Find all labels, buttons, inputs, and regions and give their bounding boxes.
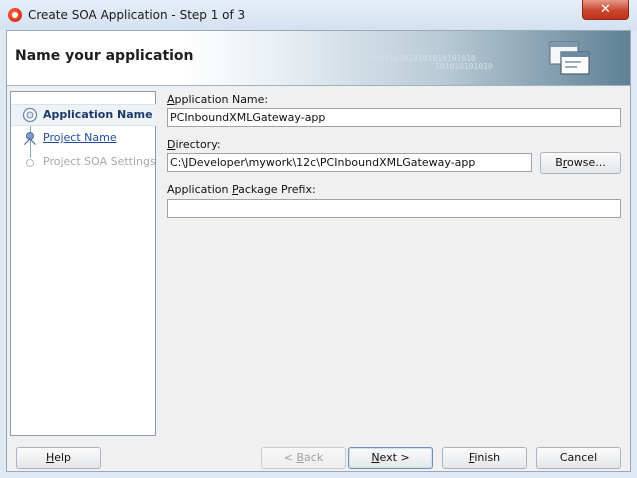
back-button: < Back [261, 447, 346, 469]
browse-button[interactable]: Browse... [540, 152, 621, 174]
header-decoration: 01010101010101010101010 101010101010 [365, 55, 493, 71]
step-node-icon [23, 132, 37, 146]
step-label: Project Name [43, 131, 117, 144]
title-bar[interactable]: Create SOA Application - Step 1 of 3 ✕ [0, 0, 637, 30]
help-button[interactable]: Help [16, 447, 101, 469]
step-project-name[interactable]: Project Name [11, 128, 156, 148]
browse-label: Browse... [555, 156, 606, 169]
wizard-steps-panel: Application Name Project Name Project SO… [10, 91, 156, 436]
dialog-content: Name your application 010101010101010101… [6, 30, 631, 472]
step-label: Application Name [43, 108, 153, 121]
close-icon: ✕ [600, 2, 611, 17]
create-soa-application-dialog: Create SOA Application - Step 1 of 3 ✕ N… [0, 0, 637, 478]
close-window-button[interactable]: ✕ [582, 0, 629, 20]
application-name-input[interactable]: PCInboundXMLGateway-app [167, 108, 621, 127]
finish-label: Finish [468, 451, 501, 464]
page-title: Name your application [15, 48, 194, 64]
directory-input[interactable]: C:\JDeveloper\mywork\12c\PCInboundXMLGat… [167, 153, 532, 172]
application-windows-icon [549, 41, 590, 75]
binary-pattern-line: 101010101010 [435, 62, 493, 71]
window-title: Create SOA Application - Step 1 of 3 [28, 8, 246, 22]
wizard-header: Name your application 010101010101010101… [7, 31, 630, 86]
current-step-icon [22, 107, 38, 123]
next-label: Next > [371, 451, 410, 464]
jdeveloper-app-icon [8, 8, 22, 22]
package-prefix-input[interactable] [167, 199, 621, 218]
help-label: Help [45, 451, 72, 464]
pending-step-icon [26, 159, 34, 167]
cancel-button[interactable]: Cancel [536, 447, 621, 469]
step-application-name[interactable]: Application Name [11, 104, 156, 126]
finish-button[interactable]: Finish [442, 447, 527, 469]
back-label: < Back [283, 451, 324, 464]
directory-label: Directory: [167, 138, 221, 151]
package-prefix-label: Application Package Prefix: [167, 183, 316, 196]
next-button[interactable]: Next > [348, 447, 433, 469]
step-project-soa-settings: Project SOA Settings [11, 152, 156, 172]
step-label: Project SOA Settings [43, 155, 156, 168]
app-name-label: Application Name: [167, 93, 269, 106]
